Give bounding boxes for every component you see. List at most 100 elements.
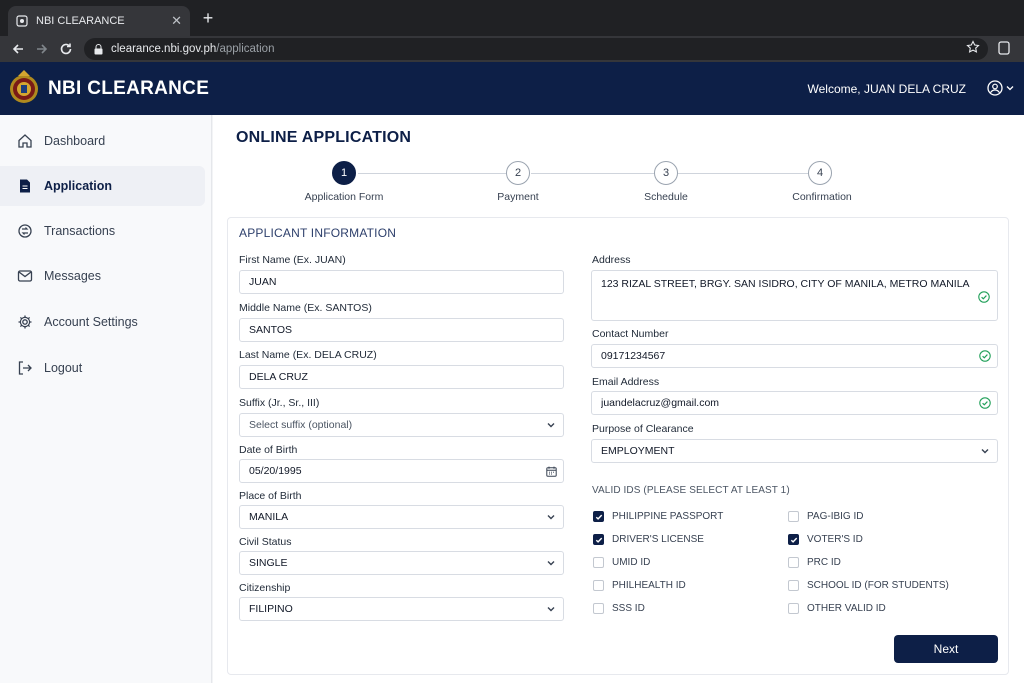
sidebar-item-label: Transactions [44,224,116,238]
purpose-select[interactable]: EMPLOYMENT [591,439,998,463]
valid-check-icon [978,291,990,306]
civil-status-value: SINGLE [249,557,288,569]
bookmark-star-icon[interactable] [966,40,980,59]
extensions-icon[interactable] [998,41,1010,60]
address-label: Address [592,254,631,266]
dob-label: Date of Birth [239,444,298,456]
browser-toolbar: clearance.nbi.gov.ph/application [0,36,1024,62]
address-bar[interactable]: clearance.nbi.gov.ph/application [84,38,988,60]
last-name-input[interactable]: DELA CRUZ [239,365,564,389]
middle-name-value: SANTOS [249,324,292,336]
middle-name-input[interactable]: SANTOS [239,318,564,342]
valid-id-option[interactable]: PHILIPPINE PASSPORT [593,511,723,522]
purpose-value: EMPLOYMENT [601,445,675,457]
valid-id-option[interactable]: UMID ID [593,557,650,568]
valid-id-option[interactable]: DRIVER'S LICENSE [593,534,704,545]
step-4-label: Confirmation [792,191,852,203]
civil-status-select[interactable]: SINGLE [239,551,564,575]
next-button[interactable]: Next [894,635,998,663]
contact-value: 09171234567 [601,350,666,362]
close-tab-icon[interactable]: ✕ [171,13,182,29]
valid-id-label: PAG-IBIG ID [807,511,864,522]
valid-check-icon [973,345,997,367]
valid-id-option[interactable]: SSS ID [593,603,645,614]
email-label: Email Address [592,376,660,388]
sidebar-item-application[interactable]: Application [0,166,205,206]
new-tab-icon[interactable]: + [198,8,218,28]
step-3-label: Schedule [644,191,688,203]
valid-id-option[interactable]: PAG-IBIG ID [788,511,864,522]
checkbox-unchecked[interactable] [593,603,604,614]
user-menu[interactable] [987,80,1014,96]
chevron-down-icon [539,414,563,436]
valid-id-label: SSS ID [612,603,645,614]
brand-title: NBI CLEARANCE [48,78,210,99]
sidebar-item-label: Application [44,179,113,193]
checkbox-checked[interactable] [593,534,604,545]
valid-id-option[interactable]: PHILHEALTH ID [593,580,686,591]
citizenship-value: FILIPINO [249,603,293,615]
suffix-select[interactable]: Select suffix (optional) [239,413,564,437]
address-textarea[interactable]: 123 RIZAL STREET, BRGY. SAN ISIDRO, CITY… [591,270,998,321]
stepper-connector [531,173,654,174]
back-icon[interactable] [8,39,28,59]
checkmark-icon [595,537,602,543]
gear-icon [16,313,34,331]
sidebar-item-dashboard[interactable]: Dashboard [0,121,205,161]
forward-icon[interactable] [32,39,52,59]
step-2-label: Payment [497,191,539,203]
sidebar-item-messages[interactable]: Messages [0,256,205,296]
sidebar-item-logout[interactable]: Logout [0,348,205,388]
dob-value: 05/20/1995 [249,465,302,477]
valid-id-option[interactable]: VOTER'S ID [788,534,863,545]
first-name-input[interactable]: JUAN [239,270,564,294]
app-header: NBI CLEARANCE Welcome, JUAN DELA CRUZ [0,62,1024,115]
step-1-indicator: 1 [332,161,356,185]
checkbox-checked[interactable] [593,511,604,522]
civil-status-label: Civil Status [239,536,292,548]
email-input[interactable]: juandelacruz@gmail.com [591,391,998,415]
chevron-down-icon [973,440,997,462]
step-3-indicator: 3 [654,161,678,185]
checkbox-unchecked[interactable] [593,580,604,591]
calendar-icon[interactable] [539,460,563,482]
checkbox-unchecked[interactable] [788,580,799,591]
document-icon [16,177,34,195]
contact-input[interactable]: 09171234567 [591,344,998,368]
page-title: ONLINE APPLICATION [236,129,412,146]
valid-id-option[interactable]: OTHER VALID ID [788,603,886,614]
sidebar-item-label: Account Settings [44,315,138,329]
purpose-label: Purpose of Clearance [592,423,694,435]
valid-id-label: PHILIPPINE PASSPORT [612,511,724,522]
lock-icon [94,43,103,54]
pob-select[interactable]: MANILA [239,505,564,529]
dob-input[interactable]: 05/20/1995 [239,459,564,483]
reload-icon[interactable] [56,39,76,59]
checkbox-unchecked[interactable] [788,603,799,614]
last-name-value: DELA CRUZ [249,371,308,383]
valid-id-label: PHILHEALTH ID [612,580,686,591]
home-icon [16,132,34,150]
pob-label: Place of Birth [239,490,302,502]
section-title: APPLICANT INFORMATION [239,226,397,240]
first-name-label: First Name (Ex. JUAN) [239,254,346,266]
valid-id-option[interactable]: PRC ID [788,557,841,568]
nbi-seal-logo [10,70,38,103]
checkbox-unchecked[interactable] [788,511,799,522]
suffix-label: Suffix (Jr., Sr., III) [239,397,320,409]
valid-id-option[interactable]: SCHOOL ID (FOR STUDENTS) [788,580,949,591]
checkbox-checked[interactable] [788,534,799,545]
step-1-label: Application Form [304,191,384,203]
stepper-connector [678,173,808,174]
suffix-placeholder: Select suffix (optional) [249,419,353,431]
sidebar-item-transactions[interactable]: Transactions [0,211,205,251]
tab-title: NBI CLEARANCE [36,15,125,27]
browser-tab-bar: NBI CLEARANCE ✕ + [0,0,1024,36]
browser-tab[interactable]: NBI CLEARANCE ✕ [8,6,190,36]
welcome-text: Welcome, JUAN DELA CRUZ [807,82,966,96]
checkbox-unchecked[interactable] [788,557,799,568]
sidebar-item-account-settings[interactable]: Account Settings [0,302,205,342]
citizenship-select[interactable]: FILIPINO [239,597,564,621]
checkbox-unchecked[interactable] [593,557,604,568]
middle-name-label: Middle Name (Ex. SANTOS) [239,302,372,314]
